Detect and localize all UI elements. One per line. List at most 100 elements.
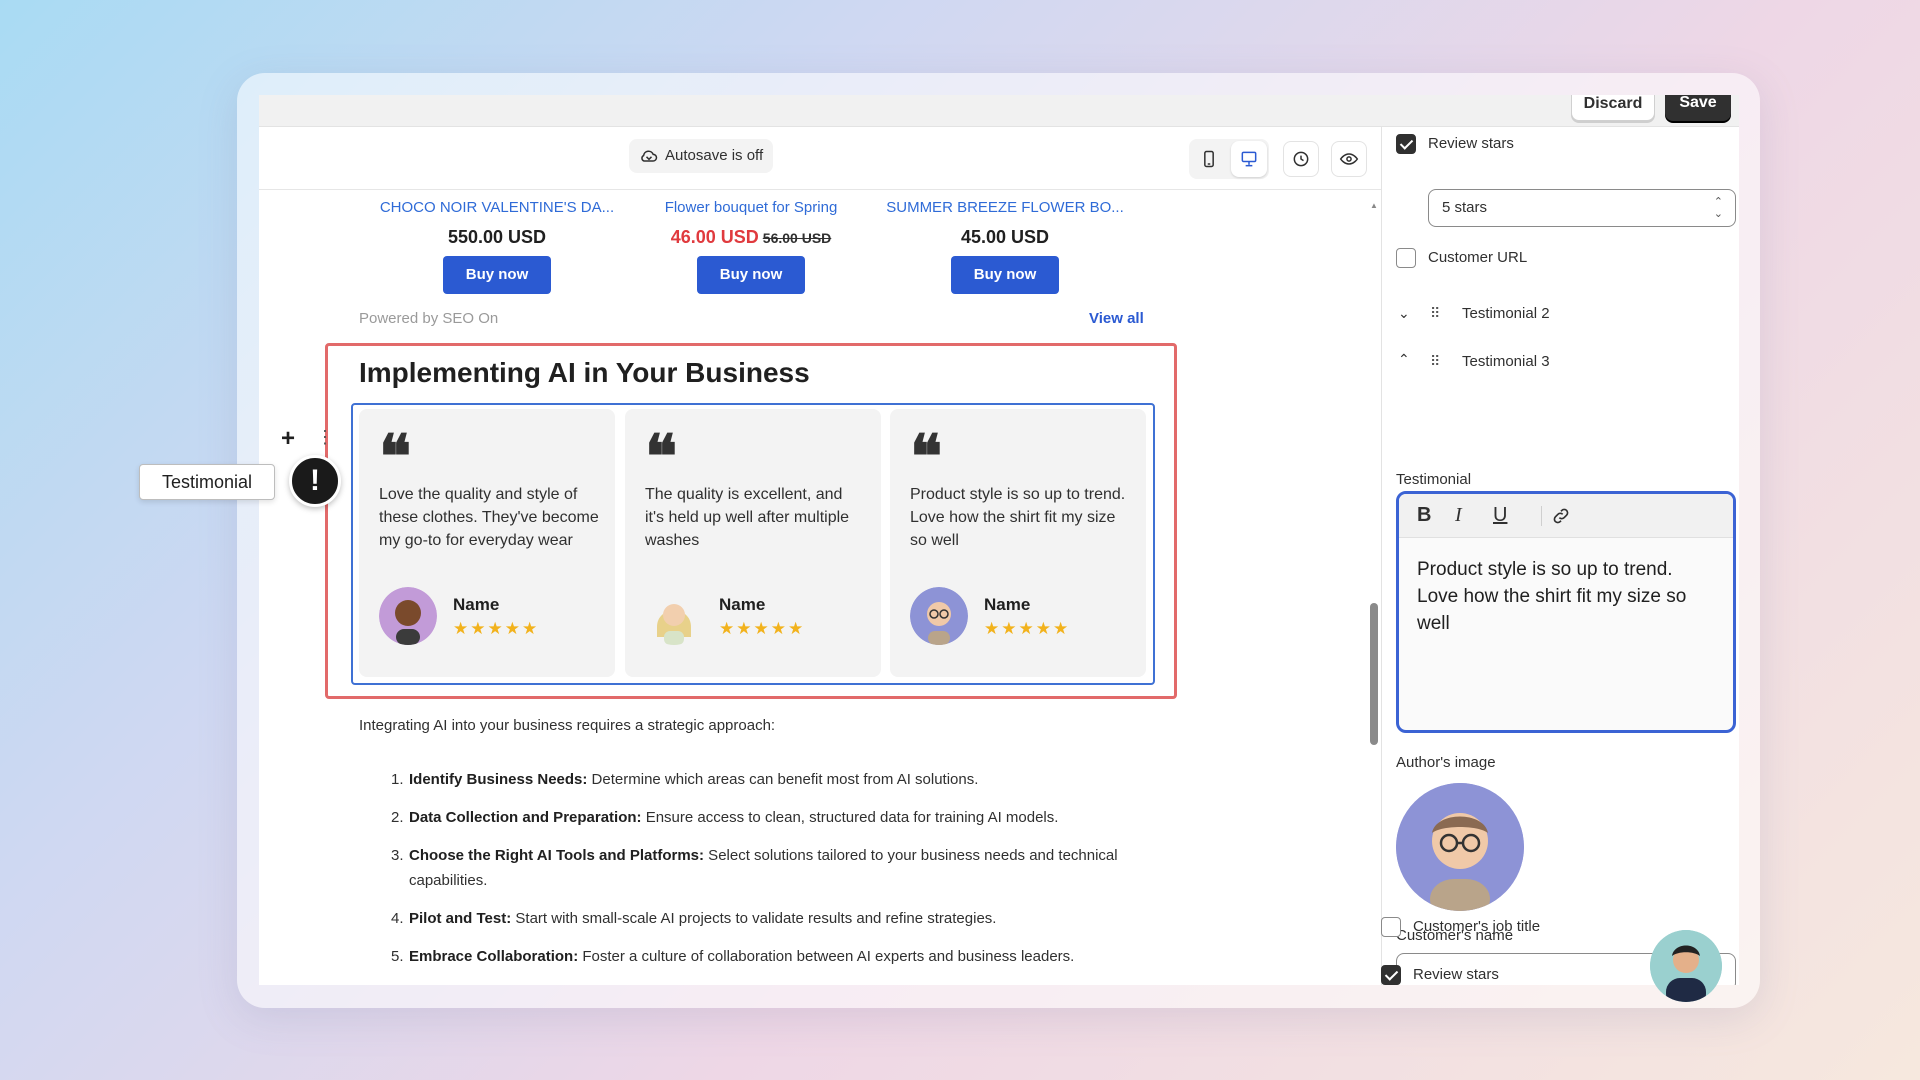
- article-intro: Integrating AI into your business requir…: [359, 717, 776, 734]
- list-item-title: Identify Business Needs:: [409, 771, 588, 788]
- drag-handle-icon[interactable]: ⠿: [1430, 353, 1440, 370]
- powered-by-text: Powered by SEO On: [359, 310, 499, 327]
- authors-image-label: Author's image: [1396, 754, 1496, 771]
- canvas-scrollbar-thumb[interactable]: [1370, 603, 1378, 745]
- testimonial-card[interactable]: ❝ The quality is excellent, and it's hel…: [625, 409, 881, 677]
- list-item: 3. Choose the Right AI Tools and Platform…: [359, 843, 1139, 893]
- price: 550.00 USD: [447, 227, 547, 247]
- old-price: 56.00 USD: [762, 230, 832, 246]
- list-item: 1. Identify Business Needs: Determine whi…: [359, 767, 1139, 792]
- preview-toolbar: Autosave is off: [259, 127, 1381, 190]
- warning-icon[interactable]: !: [289, 455, 341, 507]
- top-bar: Discard Save: [259, 95, 1739, 127]
- scroll-up-arrow-icon[interactable]: ▲: [1370, 201, 1378, 210]
- rte-toolbar: B I U: [1399, 494, 1733, 538]
- link-icon[interactable]: [1551, 506, 1571, 526]
- review-stars-label: Review stars: [1428, 135, 1514, 152]
- testimonial-text: Product style is so up to trend. Love ho…: [910, 486, 1126, 549]
- list-item-title: Embrace Collaboration:: [409, 948, 579, 965]
- view-all-link[interactable]: View all: [1089, 310, 1144, 327]
- select-arrows-icon: ⌃ ⌄: [1713, 196, 1723, 220]
- autosave-label: Autosave is off: [665, 147, 764, 164]
- customer-name: Name: [984, 595, 1031, 614]
- product-card: CHOCO NOIR VALENTINE'S DA... 550.00 USD …: [377, 191, 617, 294]
- price: 45.00 USD: [960, 227, 1050, 247]
- drag-handle-icon[interactable]: ⠿: [1430, 305, 1440, 322]
- block-type-tooltip: Testimonial: [139, 464, 275, 500]
- chevron-down-icon[interactable]: ⌄: [1398, 305, 1410, 322]
- list-number: 1.: [391, 771, 404, 788]
- drag-handle-icon[interactable]: ⋮: [316, 427, 334, 448]
- list-number: 2.: [391, 809, 404, 826]
- device-switcher: [1189, 139, 1269, 179]
- customer-name: Name: [719, 595, 766, 614]
- testimonial-text: The quality is excellent, and it's held …: [645, 486, 850, 549]
- job-title-checkbox[interactable]: [1381, 917, 1401, 937]
- product-name[interactable]: CHOCO NOIR VALENTINE'S DA...: [377, 197, 617, 219]
- preview-button[interactable]: [1331, 141, 1367, 177]
- product-price: 550.00 USD: [377, 227, 617, 248]
- article-steps-list: 1. Identify Business Needs: Determine whi…: [359, 767, 1139, 982]
- desktop-view-button[interactable]: [1231, 141, 1267, 177]
- testimonial-field-label: Testimonial: [1396, 471, 1472, 488]
- eye-icon: [1339, 153, 1359, 165]
- avatar: [910, 587, 968, 645]
- author-image[interactable]: [1396, 783, 1524, 911]
- stars-select[interactable]: 5 stars ⌃ ⌄: [1428, 189, 1736, 227]
- buy-now-button[interactable]: Buy now: [697, 256, 805, 294]
- list-number: 4.: [391, 910, 404, 927]
- avatar: [379, 587, 437, 645]
- product-name[interactable]: Flower bouquet for Spring: [631, 197, 871, 219]
- editor-app: Discard Save Autosave is off CHOCO NOIR …: [259, 95, 1739, 985]
- history-icon: [1293, 151, 1309, 167]
- list-item: 4. Pilot and Test: Start with small-scale…: [359, 906, 1139, 931]
- rating-stars: ★★★★★: [719, 619, 806, 638]
- buy-now-button[interactable]: Buy now: [951, 256, 1059, 294]
- mobile-icon: [1204, 150, 1214, 168]
- discard-button[interactable]: Discard: [1571, 95, 1655, 121]
- list-item-title: Data Collection and Preparation:: [409, 809, 642, 826]
- rating-stars: ★★★★★: [453, 619, 540, 638]
- product-price: 45.00 USD: [885, 227, 1125, 248]
- job-title-label: Customer's job title: [1413, 918, 1541, 935]
- tree-item-testimonial-3[interactable]: Testimonial 3: [1462, 353, 1550, 370]
- customer-url-checkbox[interactable]: [1396, 248, 1416, 268]
- presenter-avatar: [1650, 930, 1722, 1002]
- rte-content[interactable]: Product style is so up to trend. Love ho…: [1399, 538, 1733, 655]
- section-title: Implementing AI in Your Business: [359, 357, 810, 388]
- product-price: 46.00 USD 56.00 USD: [631, 227, 871, 248]
- review-stars-checkbox-2[interactable]: [1381, 965, 1401, 985]
- list-item-text: Start with small-scale AI projects to va…: [511, 910, 997, 927]
- testimonial-rich-text-editor[interactable]: B I U Product style is so up to trend. L…: [1396, 491, 1736, 733]
- review-stars-checkbox[interactable]: [1396, 134, 1416, 154]
- mobile-view-button[interactable]: [1191, 141, 1227, 177]
- save-button[interactable]: Save: [1665, 95, 1731, 121]
- list-item-text: Determine which areas can benefit most f…: [587, 771, 979, 788]
- tree-item-testimonial-2[interactable]: Testimonial 2: [1462, 305, 1550, 322]
- sale-price: 46.00 USD: [670, 227, 759, 247]
- autosave-toggle[interactable]: Autosave is off: [629, 139, 774, 173]
- add-block-button[interactable]: +: [281, 425, 295, 453]
- product-card: Flower bouquet for Spring 46.00 USD 56.00…: [631, 191, 871, 294]
- chevron-up-icon[interactable]: ⌃: [1398, 351, 1410, 368]
- product-name[interactable]: SUMMER BREEZE FLOWER BO...: [885, 197, 1125, 219]
- settings-panel: Review stars 5 stars ⌃ ⌄ Customer URL ⌄ ⠿…: [1381, 127, 1739, 985]
- list-item-title: Choose the Right AI Tools and Platforms:: [409, 847, 705, 864]
- underline-icon[interactable]: U: [1493, 504, 1507, 527]
- buy-now-button[interactable]: Buy now: [443, 256, 551, 294]
- bold-icon[interactable]: B: [1417, 504, 1431, 527]
- customer-name: Name: [453, 595, 500, 614]
- avatar: [645, 587, 703, 645]
- product-card: SUMMER BREEZE FLOWER BO... 45.00 USD Buy…: [885, 191, 1125, 294]
- list-item-text: Ensure access to clean, structured data …: [641, 809, 1059, 826]
- toolbar-divider: [1541, 506, 1542, 526]
- italic-icon[interactable]: I: [1455, 504, 1462, 527]
- testimonial-card[interactable]: ❝ Product style is so up to trend. Love …: [890, 409, 1146, 677]
- rating-stars: ★★★★★: [984, 619, 1071, 638]
- history-button[interactable]: [1283, 141, 1319, 177]
- list-item: 5. Embrace Collaboration: Foster a cultur…: [359, 944, 1139, 969]
- quote-icon: ❝: [645, 422, 678, 492]
- canvas-scrollbar[interactable]: [1369, 191, 1381, 985]
- testimonial-card[interactable]: ❝ Love the quality and style of these cl…: [359, 409, 615, 677]
- cloud-off-icon: [641, 150, 658, 162]
